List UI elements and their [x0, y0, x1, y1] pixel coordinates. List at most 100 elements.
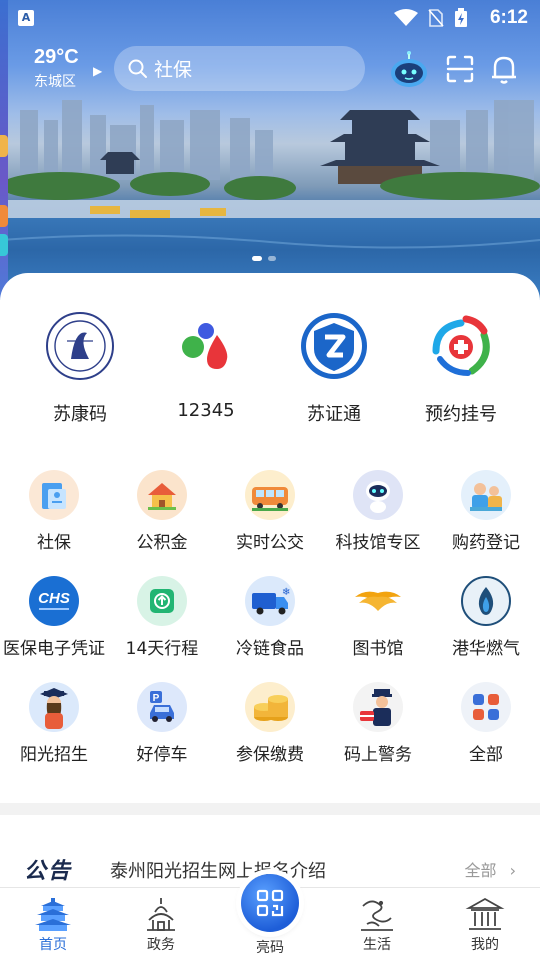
- robot-icon: [353, 470, 403, 520]
- status-icons: [394, 8, 468, 28]
- social-security-icon: [29, 470, 79, 520]
- service-label: 12345: [177, 400, 235, 421]
- search-input[interactable]: 社保: [154, 55, 192, 82]
- service-label: 社保: [37, 533, 71, 553]
- service-library[interactable]: 图书馆: [324, 576, 432, 659]
- service-label: 医保电子凭证: [3, 639, 105, 659]
- service-label: 科技馆专区: [335, 533, 421, 553]
- scan-icon[interactable]: [439, 48, 481, 90]
- service-label: 全部: [469, 745, 503, 765]
- graduate-icon: [29, 682, 79, 732]
- tab-mine[interactable]: 我的: [445, 896, 525, 954]
- service-su-kang-code[interactable]: 苏康码: [15, 310, 145, 426]
- service-realtime-bus[interactable]: 实时公交: [216, 470, 324, 553]
- service-towngas[interactable]: 港华燃气: [432, 576, 540, 659]
- show-code-button[interactable]: [241, 874, 299, 932]
- tab-life[interactable]: 生活: [337, 896, 417, 954]
- chevron-right-icon: ›: [509, 861, 516, 880]
- service-label: 14天行程: [125, 639, 199, 659]
- service-cold-chain-food[interactable]: ❄ 冷链食品: [216, 576, 324, 659]
- library-icon: [353, 576, 403, 626]
- service-label: 港华燃气: [452, 639, 520, 659]
- search-bar[interactable]: 社保: [114, 46, 365, 91]
- service-label: 冷链食品: [236, 639, 304, 659]
- bell-icon[interactable]: [483, 48, 525, 90]
- service-12345[interactable]: 12345: [141, 310, 271, 421]
- tab-government[interactable]: 政务: [121, 896, 201, 954]
- hotline-12345-logo: [170, 310, 242, 382]
- tab-home[interactable]: 首页: [13, 896, 93, 954]
- itinerary-icon: [137, 576, 187, 626]
- notice-tag: 公告: [24, 859, 73, 884]
- service-label: 购药登记: [452, 533, 520, 553]
- more-label: 全部: [464, 861, 497, 880]
- carousel-dot: [268, 256, 276, 261]
- service-medicine-registration[interactable]: 购药登记: [432, 470, 540, 553]
- carousel-dot: [252, 256, 262, 261]
- service-label: 参保缴费: [236, 745, 304, 765]
- section-divider: [0, 803, 540, 815]
- side-tab[interactable]: [0, 135, 8, 157]
- service-14-day-itinerary[interactable]: 14天行程: [108, 576, 216, 659]
- service-all[interactable]: 全部: [432, 682, 540, 765]
- service-appointment[interactable]: 预约挂号: [396, 310, 526, 426]
- dragon-icon: [337, 896, 417, 932]
- medicine-icon: [461, 470, 511, 520]
- service-medical-insurance-cert[interactable]: CHS 医保电子凭证: [0, 576, 108, 659]
- temperature: 29°C: [34, 46, 79, 68]
- ai-assistant-robot-icon[interactable]: [388, 48, 430, 90]
- cold-chain-truck-icon: ❄: [245, 576, 295, 626]
- gas-flame-icon: [461, 576, 511, 626]
- service-police-affairs[interactable]: 码上警务: [324, 682, 432, 765]
- service-label: 苏证通: [307, 404, 361, 425]
- weather-widget[interactable]: 29°C 东城区: [34, 46, 79, 91]
- service-parking[interactable]: P 好停车: [108, 682, 216, 765]
- city-skyline-image: [0, 100, 540, 200]
- clock: 6:12: [489, 7, 528, 28]
- notification-app-icon: A: [18, 10, 34, 26]
- service-sunshine-enrollment[interactable]: 阳光招生: [0, 682, 108, 765]
- service-housing-fund[interactable]: 公积金: [108, 470, 216, 553]
- side-tab[interactable]: [0, 205, 8, 227]
- housing-fund-icon: [137, 470, 187, 520]
- service-label: 实时公交: [236, 533, 304, 553]
- service-social-security[interactable]: 社保: [0, 470, 108, 553]
- search-icon: [128, 59, 147, 78]
- profile-building-icon: [445, 896, 525, 932]
- chevron-right-icon[interactable]: ▶: [93, 64, 102, 78]
- service-label: 预约挂号: [425, 404, 497, 425]
- svg-text:CHS: CHS: [38, 590, 70, 607]
- tab-label: 首页: [39, 937, 67, 953]
- side-tab[interactable]: [0, 234, 8, 256]
- notice-text[interactable]: 泰州阳光招生网上报名介绍: [110, 857, 326, 883]
- all-apps-icon: [461, 682, 511, 732]
- wifi-icon: [394, 9, 418, 26]
- hero-banner[interactable]: [0, 0, 540, 300]
- service-label: 苏康码: [53, 404, 107, 425]
- service-label: 公积金: [136, 533, 188, 553]
- status-bar: A 6:12: [0, 0, 540, 36]
- service-science-museum[interactable]: 科技馆专区: [324, 470, 432, 553]
- coins-icon: [245, 682, 295, 732]
- chs-icon: CHS: [29, 576, 79, 626]
- carousel-indicator: [252, 256, 276, 261]
- qr-code-icon: [256, 889, 284, 917]
- tab-label: 生活: [363, 937, 391, 953]
- su-kang-code-logo: [44, 310, 116, 382]
- parking-icon: P: [137, 682, 187, 732]
- police-icon: [353, 682, 403, 732]
- bus-icon: [245, 470, 295, 520]
- service-insurance-payment[interactable]: 参保缴费: [216, 682, 324, 765]
- primary-services: 苏康码 12345 苏证通 预约挂号: [0, 310, 540, 430]
- appointment-registration-logo: [425, 310, 497, 382]
- tab-label[interactable]: 亮码: [230, 937, 310, 957]
- service-label: 图书馆: [352, 639, 404, 659]
- home-tower-icon: [13, 896, 93, 932]
- tab-label: 我的: [471, 937, 499, 953]
- svg-text:P: P: [153, 693, 160, 704]
- battery-charging-icon: [455, 8, 467, 27]
- service-su-zheng-tong[interactable]: 苏证通: [269, 310, 399, 426]
- notice-more-link[interactable]: 全部 ›: [464, 857, 516, 881]
- service-label: 码上警务: [344, 745, 412, 765]
- tab-label: 政务: [147, 937, 175, 953]
